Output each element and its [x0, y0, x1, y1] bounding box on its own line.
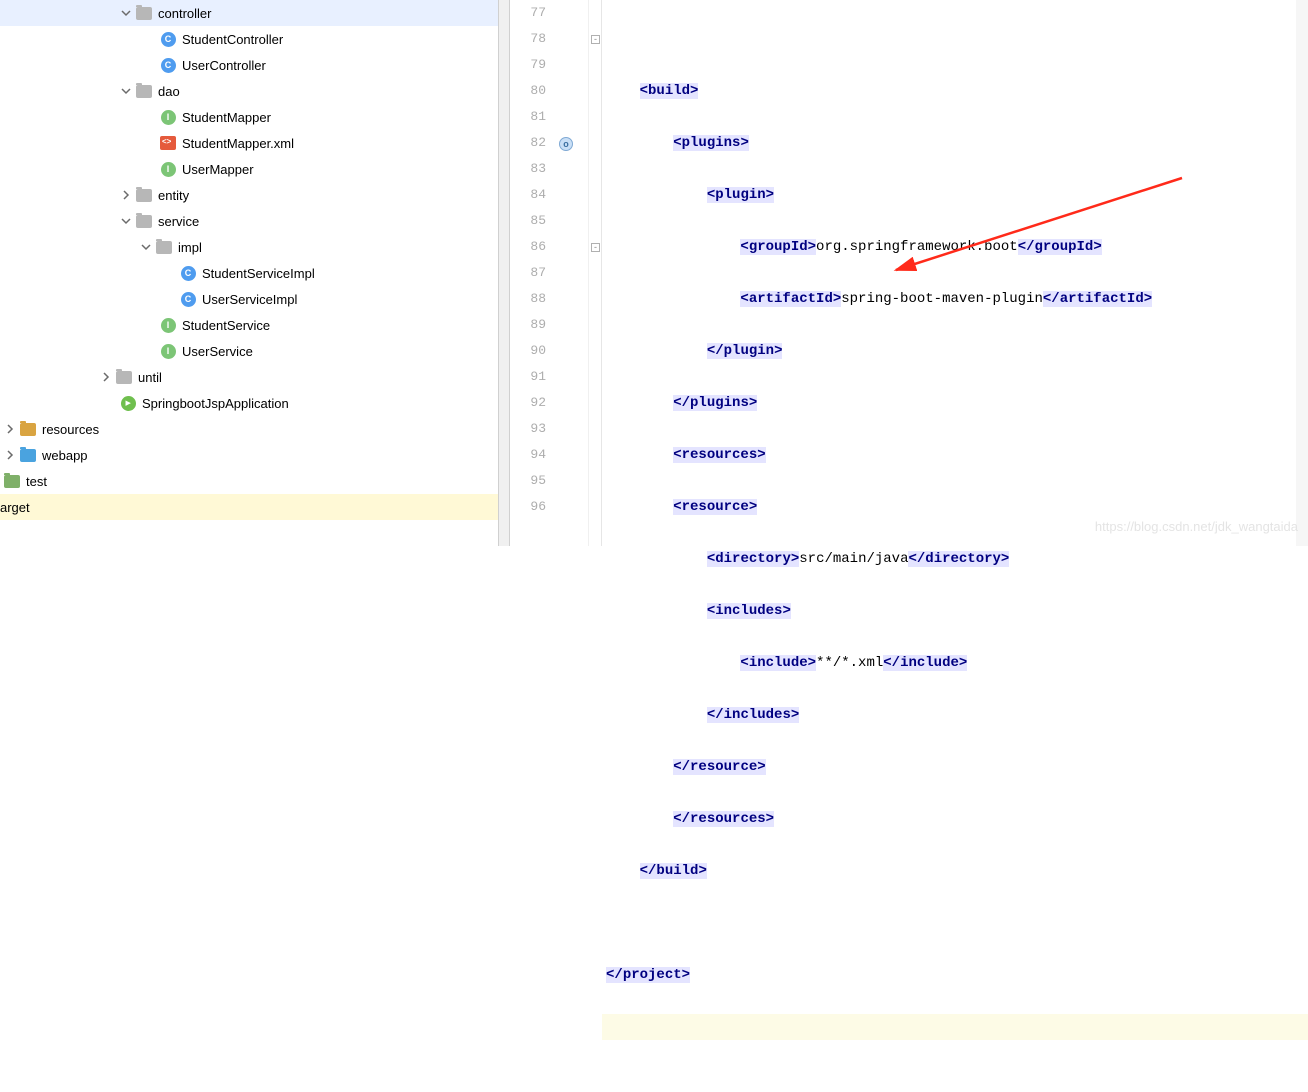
tree-node-file[interactable]: I UserMapper	[0, 156, 498, 182]
tree-node-resources[interactable]: resources	[0, 416, 498, 442]
folder-icon	[136, 83, 152, 99]
tree-label: SpringbootJspApplication	[142, 396, 289, 411]
tree-label: StudentService	[182, 318, 270, 333]
tree-label: StudentMapper.xml	[182, 136, 294, 151]
run-app-icon	[120, 395, 136, 411]
tree-label: UserServiceImpl	[202, 292, 297, 307]
tree-node-service[interactable]: service	[0, 208, 498, 234]
tree-node-file[interactable]: C UserServiceImpl	[0, 286, 498, 312]
interface-icon: I	[160, 161, 176, 177]
chevron-down-icon	[120, 7, 132, 19]
tree-label: controller	[158, 6, 211, 21]
tree-node-file[interactable]: StudentMapper.xml	[0, 130, 498, 156]
tree-label: service	[158, 214, 199, 229]
tree-node-file[interactable]: C StudentServiceImpl	[0, 260, 498, 286]
chevron-right-icon	[4, 449, 16, 461]
tree-label: test	[26, 474, 47, 489]
tree-label: until	[138, 370, 162, 385]
xml-file-icon	[160, 135, 176, 151]
chevron-down-icon	[120, 85, 132, 97]
folder-icon	[136, 213, 152, 229]
tree-node-webapp[interactable]: webapp	[0, 442, 498, 468]
fold-handle-icon[interactable]: -	[591, 243, 600, 252]
tree-node-file[interactable]: SpringbootJspApplication	[0, 390, 498, 416]
folder-icon	[136, 5, 152, 21]
class-icon: C	[180, 265, 196, 281]
tree-node-file[interactable]: C UserController	[0, 52, 498, 78]
tree-node-controller[interactable]: controller	[0, 0, 498, 26]
tree-node-dao[interactable]: dao	[0, 78, 498, 104]
tree-label: UserMapper	[182, 162, 254, 177]
web-folder-icon	[20, 447, 36, 463]
editor-scrollbar[interactable]	[1296, 0, 1308, 546]
code-editor[interactable]: 777879 808182 838485 868788 899091 92939…	[510, 0, 1308, 546]
tree-node-file[interactable]: I StudentService	[0, 312, 498, 338]
tree-label: impl	[178, 240, 202, 255]
tree-label: dao	[158, 84, 180, 99]
interface-icon: I	[160, 317, 176, 333]
class-icon: C	[160, 57, 176, 73]
override-gutter-icon[interactable]	[559, 137, 573, 151]
gutter-marks	[556, 0, 588, 546]
tree-node-entity[interactable]: entity	[0, 182, 498, 208]
interface-icon: I	[160, 109, 176, 125]
tree-node-impl[interactable]: impl	[0, 234, 498, 260]
chevron-right-icon	[4, 423, 16, 435]
tree-label: UserService	[182, 344, 253, 359]
tree-node-file[interactable]: C StudentController	[0, 26, 498, 52]
fold-gutter[interactable]: - -	[588, 0, 602, 546]
project-tree[interactable]: controller C StudentController C UserCon…	[0, 0, 498, 546]
tree-label: entity	[158, 188, 189, 203]
tree-node-file[interactable]: I UserService	[0, 338, 498, 364]
tree-node-test[interactable]: test	[0, 468, 498, 494]
interface-icon: I	[160, 343, 176, 359]
tree-node-target[interactable]: arget	[0, 494, 498, 520]
chevron-right-icon	[120, 189, 132, 201]
watermark-text: https://blog.csdn.net/jdk_wangtaida	[1095, 519, 1298, 534]
tree-node-file[interactable]: I StudentMapper	[0, 104, 498, 130]
tree-node-until[interactable]: until	[0, 364, 498, 390]
chevron-down-icon	[140, 241, 152, 253]
tree-label: webapp	[42, 448, 88, 463]
tree-label: StudentServiceImpl	[202, 266, 315, 281]
class-icon: C	[180, 291, 196, 307]
class-icon: C	[160, 31, 176, 47]
line-number-gutter: 777879 808182 838485 868788 899091 92939…	[510, 0, 556, 546]
folder-icon	[116, 369, 132, 385]
folder-icon	[156, 239, 172, 255]
tree-label: StudentMapper	[182, 110, 271, 125]
test-folder-icon	[4, 473, 20, 489]
fold-handle-icon[interactable]: -	[591, 35, 600, 44]
folder-icon	[136, 187, 152, 203]
code-area[interactable]: <build> <plugins> <plugin> <groupId>org.…	[602, 0, 1308, 546]
tree-label: UserController	[182, 58, 266, 73]
tree-label: StudentController	[182, 32, 283, 47]
chevron-down-icon	[120, 215, 132, 227]
resources-folder-icon	[20, 421, 36, 437]
chevron-right-icon	[100, 371, 112, 383]
tree-label: resources	[42, 422, 99, 437]
panel-divider[interactable]	[498, 0, 510, 546]
tree-label: arget	[0, 500, 30, 515]
